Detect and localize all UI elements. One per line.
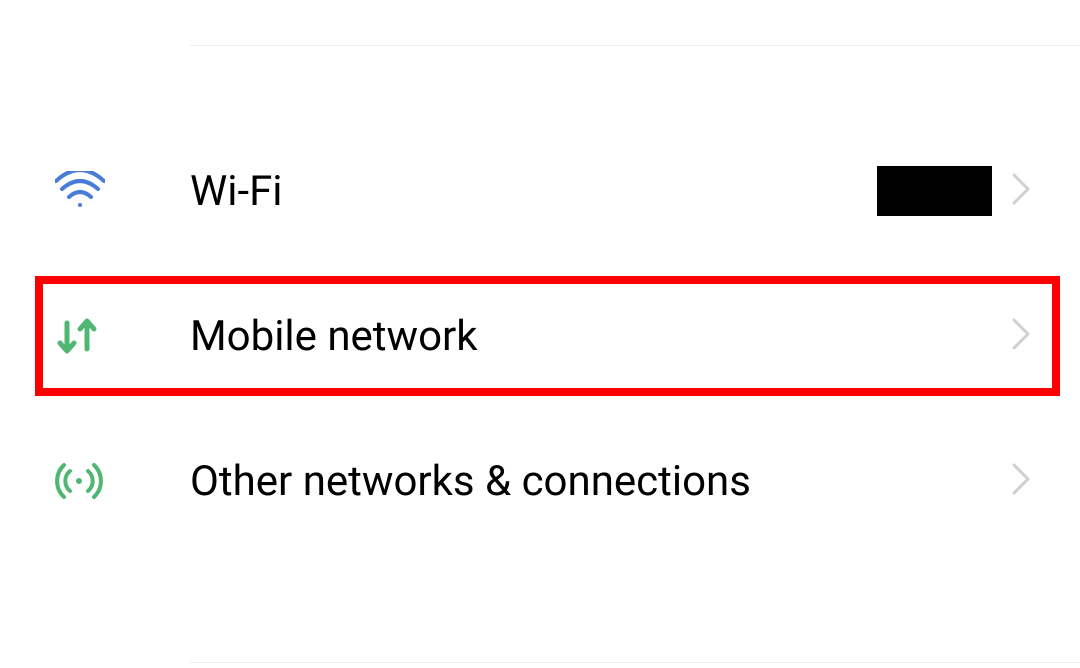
chevron-wrap: [1012, 318, 1030, 354]
chevron-right-icon: [1012, 173, 1030, 209]
settings-container: Wi-Fi Mobile network: [0, 0, 1080, 668]
hotspot-icon: [55, 457, 115, 505]
wifi-value: [877, 166, 1030, 216]
settings-item-other-networks[interactable]: Other networks & connections: [0, 421, 1080, 541]
settings-item-label: Other networks & connections: [190, 457, 1012, 506]
divider: [190, 662, 1080, 663]
settings-item-mobile-network[interactable]: Mobile network: [35, 276, 1060, 396]
settings-list: Wi-Fi Mobile network: [0, 46, 1080, 662]
wifi-icon: [55, 171, 115, 211]
chevron-right-icon: [1012, 318, 1030, 354]
settings-item-label: Mobile network: [190, 312, 1012, 361]
settings-item-wifi[interactable]: Wi-Fi: [0, 131, 1080, 251]
chevron-right-icon: [1012, 463, 1030, 499]
mobile-data-icon: [55, 315, 115, 357]
chevron-wrap: [1012, 463, 1030, 499]
redacted-value: [877, 166, 992, 216]
settings-item-label: Wi-Fi: [190, 167, 877, 216]
